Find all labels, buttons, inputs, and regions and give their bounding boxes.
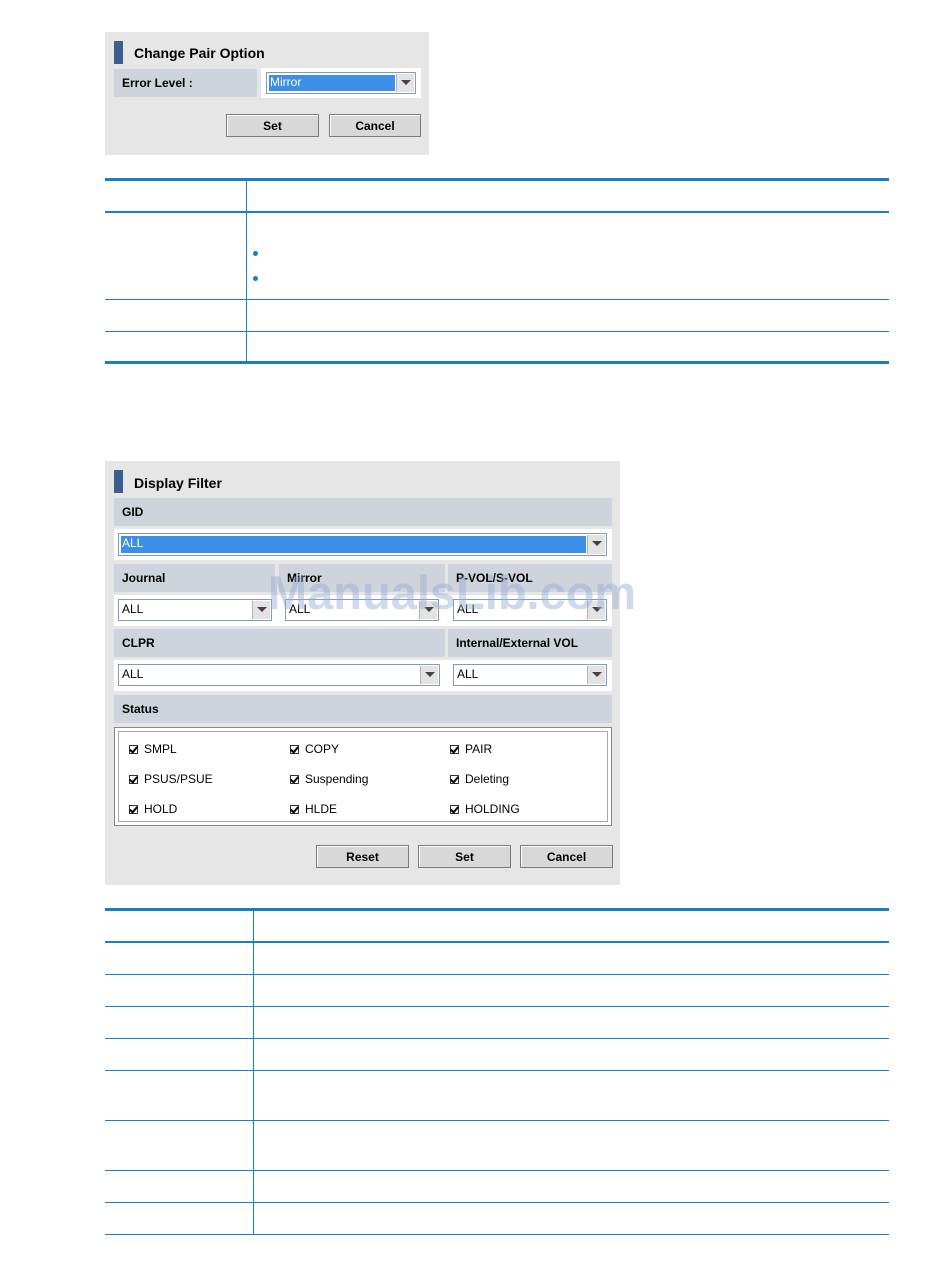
change-pair-option-dialog: Change Pair Option Error Level : Mirror … xyxy=(105,32,429,155)
checkbox-checked-icon[interactable] xyxy=(290,804,299,814)
set-button[interactable]: Set xyxy=(418,845,511,868)
gid-select[interactable]: ALL xyxy=(118,533,607,556)
table-row xyxy=(105,331,889,364)
checkbox-checked-icon[interactable] xyxy=(450,804,459,814)
error-level-value: Mirror xyxy=(269,75,395,91)
status-checkbox-smpl[interactable]: SMPL xyxy=(129,742,177,756)
status-option-label: HOLDING xyxy=(465,802,520,816)
checkbox-checked-icon[interactable] xyxy=(129,744,138,754)
status-option-label: HLDE xyxy=(305,802,338,816)
table-row xyxy=(105,1006,889,1039)
clpr-value: ALL xyxy=(122,667,144,681)
bullet-icon xyxy=(253,276,258,281)
status-checkbox-holding[interactable]: HOLDING xyxy=(450,802,520,816)
error-level-select[interactable]: Mirror xyxy=(266,72,416,94)
table-row xyxy=(105,299,889,332)
cancel-button[interactable]: Cancel xyxy=(520,845,613,868)
mirror-label: Mirror xyxy=(279,564,445,592)
checkbox-checked-icon[interactable] xyxy=(450,744,459,754)
status-checkbox-deleting[interactable]: Deleting xyxy=(450,772,509,786)
checkbox-checked-icon[interactable] xyxy=(129,804,138,814)
status-option-label: PAIR xyxy=(465,742,493,756)
table-row xyxy=(105,1070,889,1121)
status-label: Status xyxy=(114,695,612,723)
table-row xyxy=(105,1120,889,1171)
chevron-down-icon[interactable] xyxy=(587,666,605,684)
table-row xyxy=(105,942,889,975)
int-ext-vol-label: Internal/External VOL xyxy=(448,629,612,657)
pvol-svol-label: P-VOL/S-VOL xyxy=(448,564,612,592)
cancel-button[interactable]: Cancel xyxy=(329,114,421,137)
status-checkbox-hold[interactable]: HOLD xyxy=(129,802,177,816)
journal-label: Journal xyxy=(114,564,275,592)
clpr-select[interactable]: ALL xyxy=(118,664,440,686)
dialog-title: Change Pair Option xyxy=(134,45,265,61)
int-ext-vol-select[interactable]: ALL xyxy=(453,664,607,686)
status-checkbox-copy[interactable]: COPY xyxy=(290,742,339,756)
table-row xyxy=(105,181,889,213)
table-1 xyxy=(105,181,889,364)
title-accent xyxy=(114,41,123,64)
table-row xyxy=(105,1038,889,1071)
mirror-select[interactable]: ALL xyxy=(285,599,439,621)
table-row xyxy=(105,1170,889,1203)
status-checkbox-group: SMPL COPY PAIR PSUS/PSUE Suspending Dele… xyxy=(114,727,612,826)
table-row xyxy=(105,974,889,1007)
chevron-down-icon[interactable] xyxy=(587,535,605,554)
int-ext-vol-value: ALL xyxy=(457,667,479,681)
chevron-down-icon[interactable] xyxy=(419,601,437,619)
journal-value: ALL xyxy=(122,602,144,616)
gid-value: ALL xyxy=(121,536,586,553)
set-button[interactable]: Set xyxy=(226,114,319,137)
chevron-down-icon[interactable] xyxy=(587,601,605,619)
reset-button[interactable]: Reset xyxy=(316,845,409,868)
table-row xyxy=(105,911,889,943)
table-row xyxy=(105,1202,889,1235)
table-2 xyxy=(105,911,889,1235)
status-checkbox-pair[interactable]: PAIR xyxy=(450,742,492,756)
status-checkbox-suspending[interactable]: Suspending xyxy=(290,772,368,786)
status-option-label: HOLD xyxy=(144,802,178,816)
status-option-label: PSUS/PSUE xyxy=(144,772,213,786)
checkbox-checked-icon[interactable] xyxy=(290,774,299,784)
table-2-header-divider xyxy=(105,941,889,943)
checkbox-checked-icon[interactable] xyxy=(129,774,138,784)
table-row xyxy=(105,212,889,300)
status-checkbox-hlde[interactable]: HLDE xyxy=(290,802,337,816)
journal-select[interactable]: ALL xyxy=(118,599,272,621)
checkbox-checked-icon[interactable] xyxy=(450,774,459,784)
bullet-icon xyxy=(253,251,258,256)
chevron-down-icon[interactable] xyxy=(252,601,270,619)
mirror-value: ALL xyxy=(289,602,311,616)
clpr-label: CLPR xyxy=(114,629,445,657)
chevron-down-icon[interactable] xyxy=(420,666,438,684)
gid-label: GID xyxy=(114,498,612,526)
chevron-down-icon[interactable] xyxy=(396,74,414,92)
dialog-title: Display Filter xyxy=(134,475,222,491)
status-option-label: Suspending xyxy=(305,772,369,786)
status-option-label: SMPL xyxy=(144,742,177,756)
pvol-svol-select[interactable]: ALL xyxy=(453,599,607,621)
pvol-svol-value: ALL xyxy=(457,602,479,616)
status-option-label: Deleting xyxy=(465,772,510,786)
status-option-label: COPY xyxy=(305,742,340,756)
table-1-header-divider xyxy=(105,211,889,213)
status-checkbox-psus-psue[interactable]: PSUS/PSUE xyxy=(129,772,213,786)
table-1-bottom-border xyxy=(105,361,889,364)
display-filter-dialog: Display Filter GID ALL Journal Mirror P-… xyxy=(105,461,620,885)
error-level-label: Error Level : xyxy=(114,69,257,97)
title-accent xyxy=(114,470,123,493)
checkbox-checked-icon[interactable] xyxy=(290,744,299,754)
